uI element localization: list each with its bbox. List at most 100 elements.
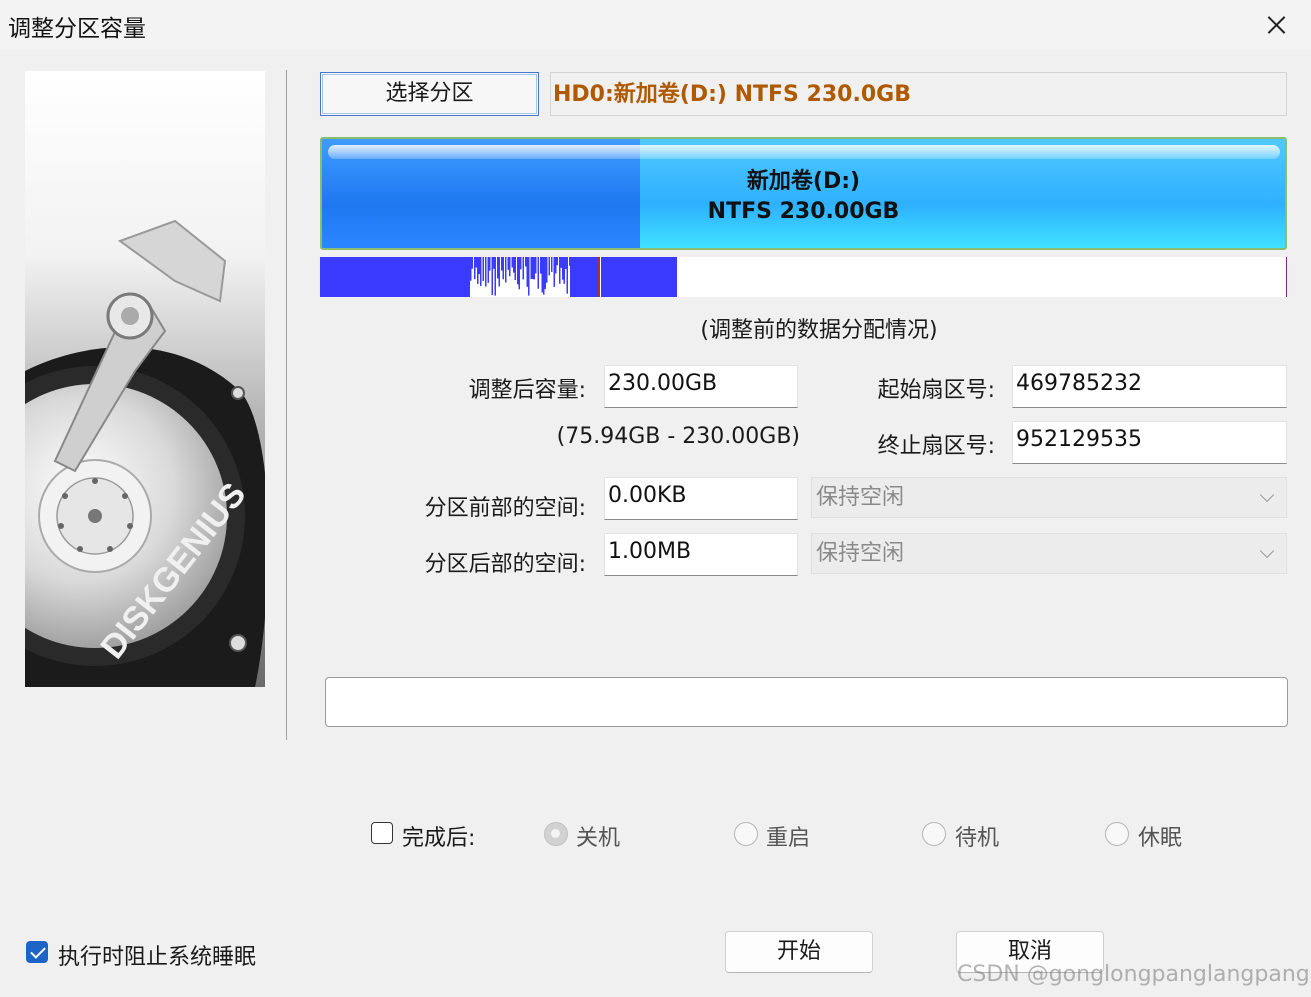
data-map-block bbox=[487, 257, 489, 283]
size-range-text: (75.94GB - 230.00GB) bbox=[556, 424, 800, 449]
select-partition-button[interactable]: 选择分区 bbox=[320, 72, 539, 116]
window-title: 调整分区容量 bbox=[8, 16, 146, 42]
panel-divider bbox=[286, 70, 287, 740]
chevron-down-icon bbox=[1259, 543, 1275, 559]
close-icon[interactable] bbox=[1253, 2, 1299, 48]
data-map-block bbox=[501, 257, 503, 271]
space-before-select-value: 保持空闲 bbox=[816, 485, 905, 510]
partition-bar: 新加卷(D:) NTFS 230.00GB bbox=[320, 137, 1287, 250]
start-sector-input[interactable]: 469785232 bbox=[1012, 365, 1287, 408]
data-map-block bbox=[543, 257, 545, 295]
data-map-block bbox=[601, 257, 677, 297]
data-map-block bbox=[533, 257, 535, 280]
data-map-block bbox=[471, 257, 473, 269]
data-map-block bbox=[475, 257, 477, 268]
data-map-block bbox=[530, 257, 532, 280]
data-map-block bbox=[559, 257, 561, 284]
start-button[interactable]: 开始 bbox=[725, 931, 873, 973]
data-map-block bbox=[482, 257, 484, 281]
radio-standby[interactable] bbox=[922, 822, 946, 846]
data-map-block bbox=[502, 257, 504, 280]
data-map-block bbox=[507, 257, 509, 270]
space-after-label: 分区后部的空间: bbox=[424, 552, 586, 577]
data-map-block bbox=[544, 257, 546, 289]
data-map-block bbox=[525, 257, 527, 267]
data-map-block bbox=[491, 257, 493, 296]
completion-checkbox-label: 完成后: bbox=[402, 826, 476, 851]
chevron-down-icon bbox=[1259, 487, 1275, 503]
data-map-block bbox=[320, 257, 470, 297]
data-map-block bbox=[563, 257, 565, 284]
space-after-select[interactable]: 保持空闲 bbox=[811, 533, 1287, 574]
data-map-block bbox=[477, 257, 479, 284]
data-map-block bbox=[526, 257, 528, 287]
new-size-label: 调整后容量: bbox=[468, 378, 586, 403]
data-map-block bbox=[517, 257, 519, 285]
data-map-block bbox=[555, 257, 557, 274]
data-map-block bbox=[493, 257, 495, 269]
start-sector-label: 起始扇区号: bbox=[877, 378, 995, 403]
data-map-block bbox=[505, 257, 507, 283]
data-map-block bbox=[560, 257, 562, 268]
data-map-block bbox=[520, 257, 522, 270]
data-map-block bbox=[509, 257, 511, 277]
prevent-sleep-label: 执行时阻止系统睡眠 bbox=[58, 945, 257, 970]
data-map-block bbox=[514, 257, 516, 281]
partition-bar-highlight bbox=[328, 145, 1280, 159]
space-before-select[interactable]: 保持空闲 bbox=[811, 477, 1287, 518]
completion-checkbox[interactable] bbox=[371, 822, 393, 844]
data-map-caption: (调整前的数据分配情况) bbox=[700, 318, 938, 343]
space-after-input[interactable]: 1.00MB bbox=[604, 533, 798, 576]
partition-bar-label: 新加卷(D:) NTFS 230.00GB bbox=[322, 167, 1285, 227]
end-sector-input[interactable]: 952129535 bbox=[1012, 421, 1287, 464]
data-map-block bbox=[551, 257, 553, 272]
radio-shutdown-label: 关机 bbox=[576, 826, 621, 851]
watermark-text: CSDN @gonglongpanglangpang bbox=[957, 962, 1310, 987]
data-map-block bbox=[532, 257, 534, 280]
data-map-block bbox=[537, 257, 539, 289]
space-before-label: 分区前部的空间: bbox=[424, 496, 586, 521]
data-map-block bbox=[522, 257, 524, 280]
space-after-select-value: 保持空闲 bbox=[816, 541, 905, 566]
data-map-block bbox=[541, 257, 543, 293]
radio-standby-label: 待机 bbox=[955, 826, 1000, 851]
radio-shutdown[interactable] bbox=[544, 822, 568, 846]
data-map-block bbox=[513, 257, 515, 273]
data-map-block bbox=[489, 257, 491, 271]
data-map-block bbox=[528, 257, 530, 296]
data-map-block bbox=[494, 257, 496, 296]
data-map-block bbox=[570, 257, 598, 297]
radio-hibernate[interactable] bbox=[1105, 822, 1129, 846]
title-bar bbox=[0, 0, 1311, 50]
partition-name: 新加卷(D:) bbox=[746, 169, 861, 194]
data-map-block bbox=[474, 257, 476, 280]
data-map-block bbox=[535, 257, 537, 274]
radio-hibernate-label: 休眠 bbox=[1138, 826, 1183, 851]
data-map-block bbox=[480, 257, 482, 287]
radio-restart[interactable] bbox=[734, 822, 758, 846]
space-before-input[interactable]: 0.00KB bbox=[604, 477, 798, 520]
data-map-block bbox=[546, 257, 548, 283]
data-map-block bbox=[548, 257, 550, 276]
data-map-block bbox=[518, 257, 520, 290]
data-map-block bbox=[553, 257, 555, 287]
data-map-block bbox=[478, 257, 480, 275]
data-map-block bbox=[540, 257, 542, 274]
hard-disk-image: DISKGENIUS bbox=[25, 71, 265, 687]
end-sector-label: 终止扇区号: bbox=[877, 434, 995, 459]
data-map-block bbox=[470, 257, 472, 281]
data-map-block bbox=[565, 257, 567, 270]
data-map-block bbox=[485, 257, 487, 287]
selected-partition-info: HD0:新加卷(D:) NTFS 230.0GB bbox=[550, 72, 1287, 116]
data-map-block bbox=[498, 257, 500, 287]
data-map-block bbox=[511, 257, 513, 268]
partition-detail: NTFS 230.00GB bbox=[707, 199, 900, 224]
new-size-input[interactable]: 230.00GB bbox=[604, 365, 798, 408]
data-distribution-map bbox=[320, 257, 1287, 297]
data-map-block bbox=[562, 257, 564, 280]
prevent-sleep-checkbox[interactable] bbox=[26, 941, 48, 963]
data-map-block bbox=[556, 257, 558, 266]
radio-restart-label: 重启 bbox=[766, 826, 811, 851]
data-map-block bbox=[566, 257, 568, 294]
data-map-block bbox=[497, 257, 499, 279]
